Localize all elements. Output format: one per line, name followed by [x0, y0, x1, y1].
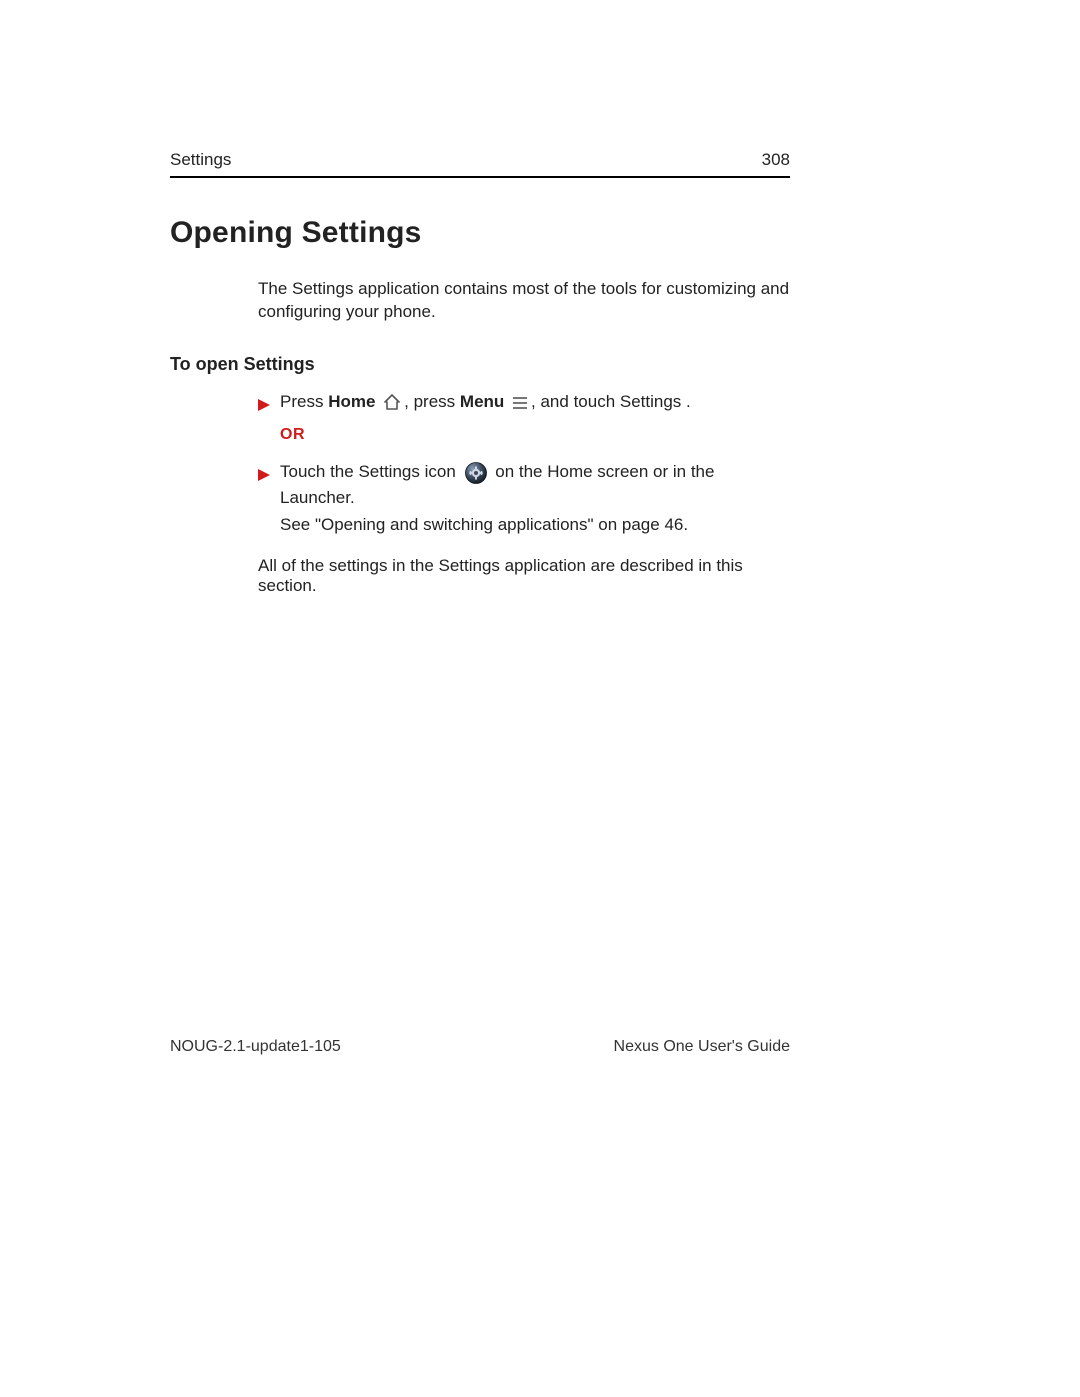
bullet-arrow-icon	[258, 463, 270, 489]
footer-doc-id: NOUG-2.1-update1-105	[170, 1038, 341, 1056]
step1-t2: , press	[404, 392, 460, 411]
intro-paragraph: The Settings application contains most o…	[258, 278, 790, 324]
step-1: Press Home , press Menu , and touch Sett…	[258, 389, 790, 456]
closing-paragraph: All of the settings in the Settings appl…	[258, 556, 790, 596]
page-footer: NOUG-2.1-update1-105 Nexus One User's Gu…	[170, 1038, 790, 1056]
step-1-text: Press Home , press Menu , and touch Sett…	[280, 389, 790, 456]
settings-app-icon	[465, 462, 487, 484]
menu-key-icon	[512, 392, 528, 418]
page-title: Opening Settings	[170, 216, 790, 250]
step2-t1: Touch the Settings icon	[280, 462, 461, 481]
header-section: Settings	[170, 150, 231, 170]
bullet-arrow-icon	[258, 393, 270, 419]
step1-t4: .	[681, 392, 690, 411]
step1-t3: , and touch	[531, 392, 620, 411]
or-label: OR	[280, 423, 790, 447]
step1-settings: Settings	[620, 392, 681, 411]
steps-block: Press Home , press Menu , and touch Sett…	[258, 389, 790, 538]
running-header: Settings 308	[170, 150, 790, 178]
step1-t1: Press	[280, 392, 328, 411]
header-page-number: 308	[762, 150, 790, 170]
home-key-icon	[383, 392, 401, 418]
footer-doc-title: Nexus One User's Guide	[614, 1038, 790, 1056]
document-page: Settings 308 Opening Settings The Settin…	[170, 150, 790, 596]
subheading: To open Settings	[170, 354, 790, 375]
step-2-text: Touch the Settings icon	[280, 459, 790, 538]
step1-home: Home	[328, 392, 375, 411]
see-reference: See "Opening and switching applications"…	[280, 512, 790, 538]
step1-menu: Menu	[460, 392, 504, 411]
step-2: Touch the Settings icon	[258, 459, 790, 538]
